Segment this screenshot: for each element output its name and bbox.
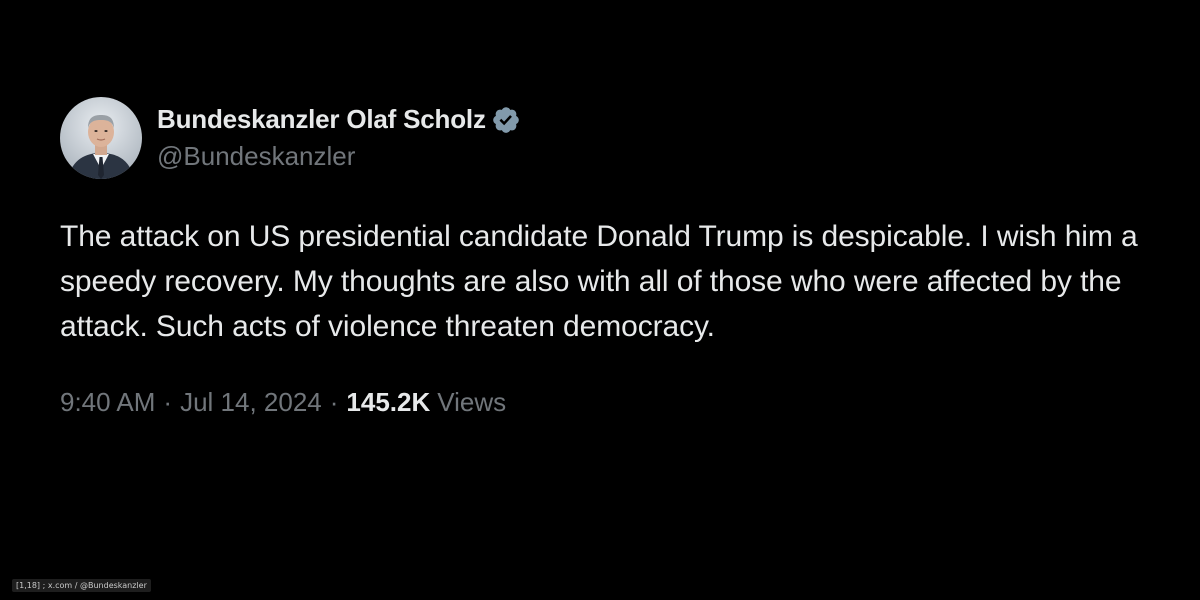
source-caption: [1,18] ; x.com / @Bundeskanzler: [12, 579, 151, 592]
avatar[interactable]: [60, 97, 142, 179]
profile-photo: [60, 97, 142, 179]
tweet-header: Bundeskanzler Olaf Scholz @Bundeskanzler: [60, 96, 1170, 180]
author-display-name[interactable]: Bundeskanzler Olaf Scholz: [157, 104, 486, 135]
tweet-date[interactable]: Jul 14, 2024: [180, 387, 322, 418]
author-handle[interactable]: @Bundeskanzler: [157, 141, 521, 172]
tweet-time[interactable]: 9:40 AM: [60, 387, 155, 418]
author-name-row[interactable]: Bundeskanzler Olaf Scholz: [157, 104, 521, 135]
tweet-text: The attack on US presidential candidate …: [60, 220, 1138, 343]
tweet-card: Bundeskanzler Olaf Scholz @Bundeskanzler…: [60, 96, 1170, 418]
views-count: 145.2K: [346, 387, 431, 417]
views-label: Views: [437, 387, 507, 417]
author-identity: Bundeskanzler Olaf Scholz @Bundeskanzler: [157, 104, 521, 172]
tweet-meta: 9:40 AM · Jul 14, 2024 · 145.2K Views: [60, 387, 1170, 418]
meta-separator: ·: [329, 387, 339, 417]
meta-separator: ·: [163, 387, 173, 417]
verified-badge-icon: [491, 105, 521, 135]
